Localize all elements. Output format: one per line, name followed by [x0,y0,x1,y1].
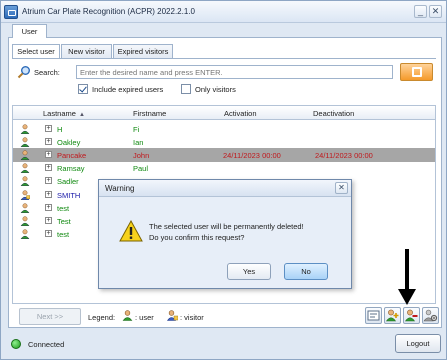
lastname-cell: Oakley [57,138,81,148]
tab-expired-visitors[interactable]: Expired visitors [113,44,173,58]
status-bar: Connected Logout [1,330,446,359]
firstname-cell: Ian [133,138,144,148]
dialog-message-line2: Do you confirm this request? [149,233,245,242]
search-icon [17,66,30,79]
search-button-icon [412,67,422,77]
delete-user-button[interactable] [403,307,420,324]
user-icon [20,137,30,148]
tab-user[interactable]: User [12,24,47,38]
next-button[interactable]: Next >> [19,308,81,325]
column-deactivation[interactable]: Deactivation [313,109,354,118]
row-expander[interactable]: + [45,125,52,132]
yes-button[interactable]: Yes [227,263,271,280]
user-icon [20,150,30,161]
firstname-cell: Fi [133,125,140,134]
lastname-cell: H [57,125,63,134]
arrow-down-icon [398,249,416,305]
close-window-button[interactable]: ✕ [429,5,442,18]
window-title: Atrium Car Plate Recognition (ACPR) 2022… [22,7,195,16]
column-activation[interactable]: Activation [224,109,257,118]
user-icon [20,163,30,174]
visitor-legend-icon [167,310,178,321]
row-expander[interactable]: + [45,190,52,198]
table-row[interactable]: + Ramsay Paul [13,161,435,175]
bottom-bar: Next >> Legend: : user : visitor [12,307,439,326]
user-icon [20,229,30,239]
row-expander[interactable]: + [45,216,52,224]
dialog-message: The selected user will be permanently de… [149,221,304,243]
user-legend-icon [122,310,133,321]
search-input[interactable] [76,65,393,79]
card-list-icon [367,310,380,321]
user-icon [20,124,30,134]
row-expander[interactable]: + [45,151,52,159]
row-expander[interactable]: + [45,177,52,185]
firstname-cell: John [133,151,150,161]
lastname-cell: Test [57,216,71,226]
column-firstname[interactable]: Firstname [133,109,166,118]
table-row[interactable]: + Pancake John 24/11/2023 00:00 24/11/2023 0… [13,148,435,163]
user-icon [20,202,30,213]
dialog-message-line1: The selected user will be permanently de… [149,222,304,231]
row-expander[interactable]: + [45,164,52,172]
lastname-cell: test [57,229,70,239]
table-row[interactable]: + Oakley Ian [13,135,435,149]
app-logo-icon [4,5,18,19]
app-window: Atrium Car Plate Recognition (ACPR) 2022… [0,0,447,360]
row-expander[interactable]: + [45,138,52,146]
warning-icon [119,220,143,242]
firstname-cell: Paul [133,164,149,174]
tab-select-user[interactable]: Select user [12,44,60,59]
user-icon [20,176,30,187]
tab-new-visitor[interactable]: New visitor [61,44,112,58]
dialog-title: Warning [105,184,135,193]
deactivation-cell: 24/11/2023 00:00 [315,151,373,161]
settings-button[interactable] [422,307,439,324]
legend-visitor-text: : visitor [180,313,204,322]
sort-ascending-icon: ▲ [78,112,85,118]
column-lastname[interactable]: Lastname ▲ [43,109,85,118]
warning-dialog: Warning ✕ The selected user will be perm… [98,179,352,289]
connection-status-icon [11,339,21,349]
lastname-cell: test [57,203,70,213]
export-button[interactable] [365,307,382,324]
lastname-cell: Ramsay [57,164,85,174]
legend-label: Legend: [88,313,116,322]
column-lastname-label: Lastname [43,109,76,118]
grid-header: Lastname ▲ Firstname Activation Deactivat… [13,106,435,120]
include-expired-label: Include expired users [92,85,164,94]
visitor-icon [20,189,30,200]
delete-user-icon [404,309,418,322]
add-user-icon [385,309,399,322]
add-user-button[interactable] [384,307,401,324]
search-label: Search: [34,68,60,77]
table-row[interactable]: + H Fi [13,122,435,136]
activation-cell: 24/11/2023 00:00 [223,151,281,161]
minimize-button[interactable]: _ [414,5,427,18]
connection-status-text: Connected [28,340,65,349]
user-icon [20,216,30,226]
lastname-cell: SMITH [57,190,81,200]
dialog-title-bar: Warning ✕ [99,180,351,197]
search-button[interactable] [400,63,433,81]
no-button[interactable]: No [284,263,328,280]
dialog-close-button[interactable]: ✕ [335,182,348,194]
lastname-cell: Pancake [57,151,87,161]
legend-user-text: : user [135,313,154,322]
row-expander[interactable]: + [45,203,52,211]
only-visitors-label: Only visitors [195,85,236,94]
logout-button[interactable]: Logout [395,334,441,353]
only-visitors-checkbox[interactable] [181,84,191,94]
user-settings-icon [423,309,438,322]
include-expired-checkbox[interactable] [78,84,88,94]
row-expander[interactable]: + [45,229,52,237]
lastname-cell: Sadler [57,177,79,187]
title-bar: Atrium Car Plate Recognition (ACPR) 2022… [1,1,446,23]
